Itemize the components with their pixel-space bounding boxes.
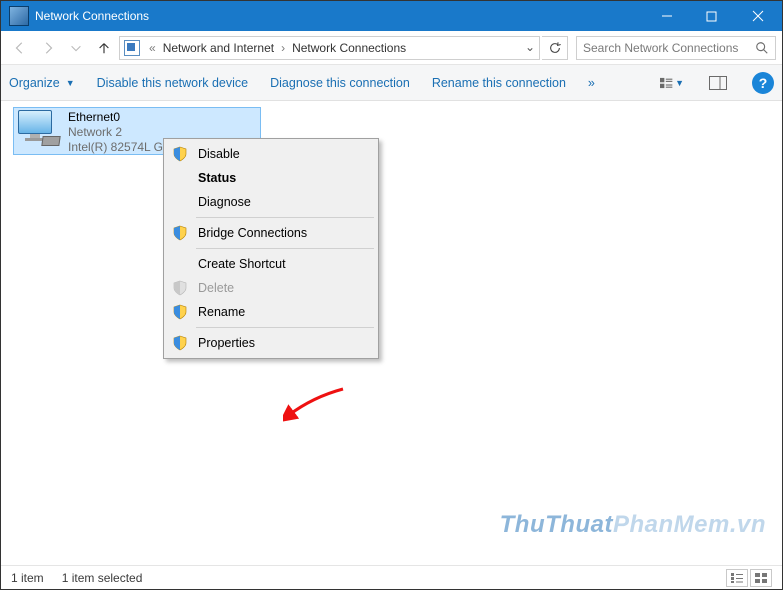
shield-icon xyxy=(172,335,188,351)
forward-button[interactable] xyxy=(35,35,61,61)
chevron-down-icon: ▼ xyxy=(675,78,684,88)
network-adapter-icon xyxy=(18,110,62,150)
watermark: ThuThuatPhanMem.vn xyxy=(500,511,766,539)
address-dropdown-icon[interactable]: ⌄ xyxy=(525,40,535,54)
view-options-button[interactable]: ▼ xyxy=(660,71,684,95)
status-bar: 1 item 1 item selected xyxy=(1,565,782,589)
ctx-rename[interactable]: Rename xyxy=(166,300,376,324)
search-placeholder: Search Network Connections xyxy=(583,41,769,55)
back-button[interactable] xyxy=(7,35,33,61)
ctx-properties[interactable]: Properties xyxy=(166,331,376,355)
view-mode-buttons xyxy=(726,569,772,587)
adapter-name: Ethernet0 xyxy=(68,110,182,125)
status-selection: 1 item selected xyxy=(62,571,143,585)
ctx-delete: Delete xyxy=(166,276,376,300)
chevron-down-icon: ▼ xyxy=(66,78,75,88)
status-count: 1 item xyxy=(11,571,44,585)
ctx-sep xyxy=(196,248,374,249)
breadcrumb-root-chevron-icon[interactable]: « xyxy=(144,41,161,55)
search-input[interactable]: Search Network Connections xyxy=(576,36,776,60)
breadcrumb-current[interactable]: Network Connections xyxy=(290,39,408,57)
icons-view-button[interactable] xyxy=(750,569,772,587)
recent-dropdown[interactable] xyxy=(63,35,89,61)
address-bar: « Network and Internet › Network Connect… xyxy=(1,31,782,65)
shield-icon xyxy=(172,146,188,162)
content-area[interactable]: Ethernet0 Network 2 Intel(R) 82574L Gig.… xyxy=(1,101,782,565)
maximize-button[interactable] xyxy=(689,1,734,31)
window-title: Network Connections xyxy=(35,9,644,23)
app-icon xyxy=(9,6,29,26)
ctx-bridge[interactable]: Bridge Connections xyxy=(166,221,376,245)
ctx-shortcut[interactable]: Create Shortcut xyxy=(166,252,376,276)
search-icon xyxy=(755,41,769,58)
refresh-button[interactable] xyxy=(542,36,568,60)
window-controls xyxy=(644,1,782,31)
command-bar: Organize▼ Disable this network device Di… xyxy=(1,65,782,101)
organize-menu[interactable]: Organize▼ xyxy=(9,76,75,90)
shield-icon xyxy=(172,280,188,296)
context-menu: Disable Status Diagnose Bridge Connectio… xyxy=(163,138,379,359)
more-commands-button[interactable]: » xyxy=(588,76,595,90)
close-button[interactable] xyxy=(734,1,782,31)
ctx-sep xyxy=(196,217,374,218)
chevron-right-icon[interactable]: › xyxy=(276,41,290,55)
breadcrumb-parent[interactable]: Network and Internet xyxy=(161,39,276,57)
help-button[interactable]: ? xyxy=(752,72,774,94)
ctx-sep xyxy=(196,327,374,328)
ctx-diagnose[interactable]: Diagnose xyxy=(166,190,376,214)
shield-icon xyxy=(172,225,188,241)
up-button[interactable] xyxy=(91,35,117,61)
ctx-disable[interactable]: Disable xyxy=(166,142,376,166)
ctx-status[interactable]: Status xyxy=(166,166,376,190)
annotation-arrow xyxy=(283,385,353,425)
preview-pane-button[interactable] xyxy=(706,71,730,95)
breadcrumb[interactable]: « Network and Internet › Network Connect… xyxy=(119,36,540,60)
details-view-button[interactable] xyxy=(726,569,748,587)
minimize-button[interactable] xyxy=(644,1,689,31)
shield-icon xyxy=(172,304,188,320)
diagnose-button[interactable]: Diagnose this connection xyxy=(270,76,410,90)
disable-device-button[interactable]: Disable this network device xyxy=(97,76,248,90)
titlebar: Network Connections xyxy=(1,1,782,31)
rename-button[interactable]: Rename this connection xyxy=(432,76,566,90)
location-icon xyxy=(124,40,140,56)
